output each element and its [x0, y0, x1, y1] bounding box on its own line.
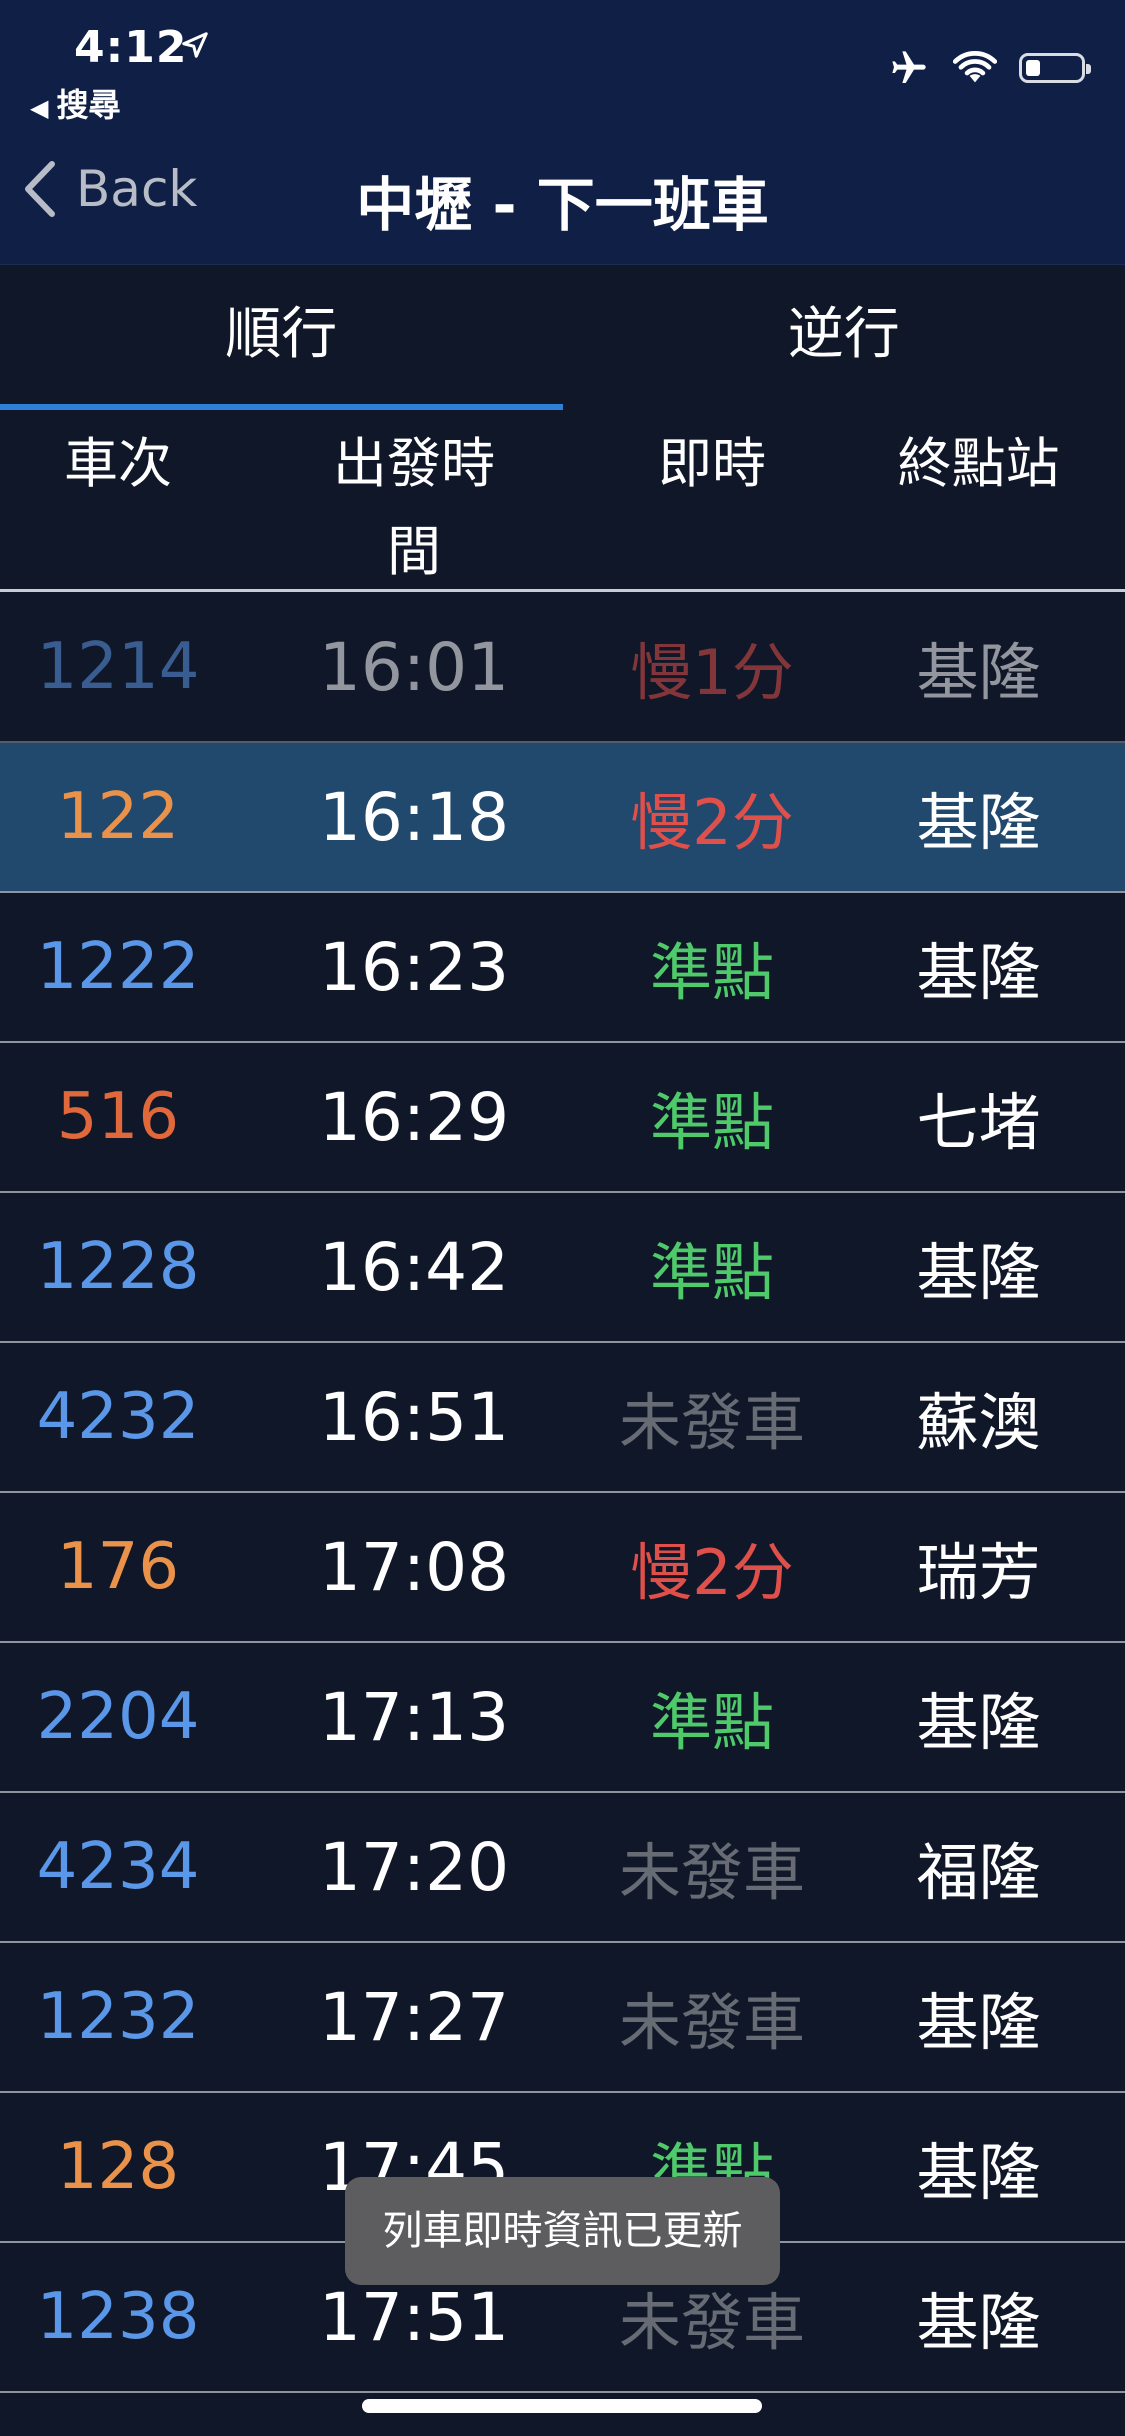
- destination: 基隆: [916, 1236, 1041, 1309]
- table-row[interactable]: 516 16:29 準點 七堵: [0, 1043, 1125, 1193]
- table-row[interactable]: 1222 16:23 準點 基隆: [0, 893, 1125, 1043]
- depart-time: 17:27: [318, 1978, 510, 2056]
- destination: 基隆: [916, 2136, 1041, 2209]
- top-bar: 4:12 ◀ 搜尋 Back 中壢 - 下一班車: [0, 0, 1125, 265]
- tab-forward[interactable]: 順行: [0, 265, 563, 410]
- train-number: 4234: [36, 1830, 200, 1904]
- realtime-status: 準點: [649, 1686, 774, 1759]
- table-row[interactable]: 1232 17:27 未發車 基隆: [0, 1943, 1125, 2093]
- depart-time: 16:18: [318, 778, 510, 856]
- destination: 基隆: [916, 1686, 1041, 1759]
- table-row[interactable]: 122 16:18 慢2分 基隆: [0, 743, 1125, 893]
- home-indicator: [362, 2399, 762, 2413]
- back-triangle-icon: ◀: [30, 94, 49, 122]
- realtime-status: 未發車: [618, 1986, 805, 2059]
- depart-time: 16:51: [318, 1378, 510, 1456]
- destination: 基隆: [916, 1986, 1041, 2059]
- depart-time: 16:23: [318, 928, 510, 1006]
- table-row[interactable]: 1228 16:42 準點 基隆: [0, 1193, 1125, 1343]
- header-train: 車次: [64, 432, 172, 495]
- depart-time: 16:29: [318, 1078, 510, 1156]
- destination: 基隆: [916, 2286, 1041, 2359]
- header-destination: 終點站: [897, 432, 1060, 495]
- train-number: 1214: [36, 630, 200, 704]
- train-list: 1214 16:01 慢1分 基隆 122 16:18 慢2分 基隆 1222 16:23 準點 基隆…: [0, 593, 1125, 2393]
- destination: 基隆: [916, 636, 1041, 709]
- page-title: 中壢 - 下一班車: [356, 171, 769, 239]
- destination: 福隆: [916, 1836, 1041, 1909]
- depart-time: 17:13: [318, 1678, 510, 1756]
- destination: 七堵: [916, 1086, 1041, 1159]
- table-row[interactable]: 176 17:08 慢2分 瑞芳: [0, 1493, 1125, 1643]
- realtime-status: 未發車: [618, 2286, 805, 2359]
- airplane-icon: [892, 51, 926, 83]
- realtime-status: 準點: [649, 1236, 774, 1309]
- train-number: 1228: [36, 1230, 200, 1304]
- tab-reverse[interactable]: 逆行: [563, 265, 1125, 410]
- destination: 基隆: [916, 936, 1041, 1009]
- back-app-label: 搜尋: [56, 86, 121, 124]
- depart-time: 17:08: [318, 1528, 510, 1606]
- train-number: 1222: [36, 930, 200, 1004]
- train-number: 128: [56, 2130, 180, 2204]
- header-depart-label: 出發時間: [333, 432, 495, 583]
- destination: 蘇澳: [916, 1386, 1041, 1459]
- realtime-status: 準點: [649, 1086, 774, 1159]
- status-icons: [887, 48, 1091, 88]
- train-number: 516: [56, 1080, 180, 1154]
- back-to-app[interactable]: ◀ 搜尋: [30, 80, 120, 126]
- train-number: 176: [56, 1530, 180, 1604]
- header-realtime: 即時: [658, 432, 766, 495]
- train-number: 1232: [36, 1980, 200, 2054]
- realtime-status: 未發車: [618, 1386, 805, 1459]
- train-number: 122: [56, 780, 180, 854]
- realtime-status: 慢2分: [630, 786, 794, 859]
- destination: 瑞芳: [916, 1536, 1041, 1609]
- realtime-status: 慢1分: [630, 636, 794, 709]
- destination: 基隆: [916, 786, 1041, 859]
- realtime-status: 未發車: [618, 1836, 805, 1909]
- direction-tabs: 順行 逆行: [0, 265, 1125, 410]
- realtime-status: 慢2分: [630, 1536, 794, 1609]
- table-row[interactable]: 4232 16:51 未發車 蘇澳: [0, 1343, 1125, 1493]
- depart-time: 17:51: [318, 2278, 510, 2356]
- train-number: 2204: [36, 1680, 200, 1754]
- depart-time: 17:20: [318, 1828, 510, 1906]
- table-row[interactable]: 4234 17:20 未發車 福隆: [0, 1793, 1125, 1943]
- depart-time: 16:42: [318, 1228, 510, 1306]
- table-row[interactable]: 2204 17:13 準點 基隆: [0, 1643, 1125, 1793]
- train-number: 1238: [36, 2280, 200, 2354]
- train-number: 4232: [36, 1380, 200, 1454]
- status-time: 4:12: [74, 22, 188, 73]
- wifi-icon: [953, 51, 997, 83]
- table-row[interactable]: 1214 16:01 慢1分 基隆: [0, 593, 1125, 743]
- location-arrow-icon: [182, 32, 208, 58]
- depart-time: 16:01: [318, 628, 510, 706]
- update-toast: 列車即時資訊已更新: [345, 2177, 780, 2285]
- battery-icon: [1019, 53, 1091, 83]
- header-depart: 出發時間: [236, 410, 592, 589]
- realtime-status: 準點: [649, 936, 774, 1009]
- table-header: 車次 出發時間 即時 終點站: [0, 410, 1125, 592]
